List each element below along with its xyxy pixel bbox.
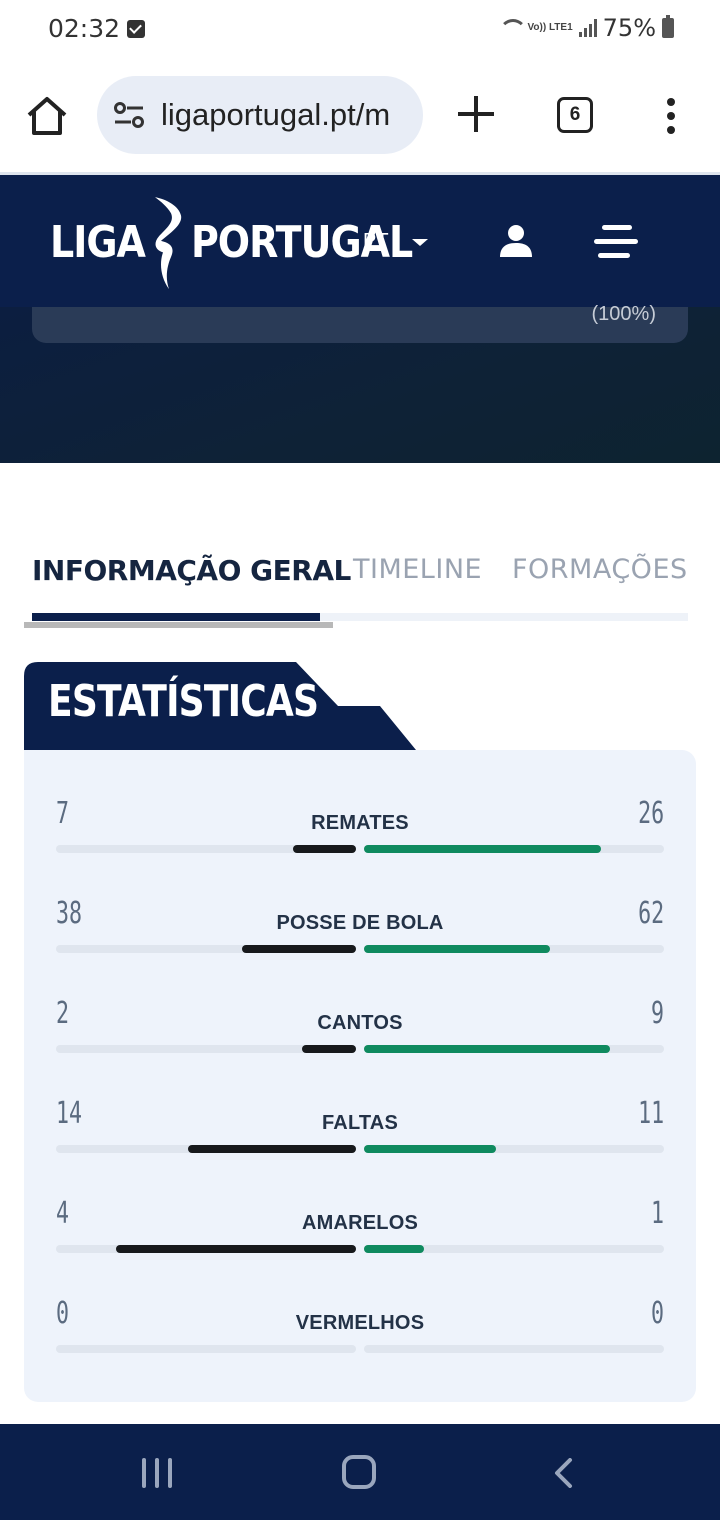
stat-row: 14 FALTAS 11	[56, 1096, 664, 1166]
stat-away-value: 62	[637, 896, 664, 931]
stat-label: FALTAS	[321, 1112, 398, 1134]
away-bar-fill	[364, 1145, 496, 1153]
away-bar-track	[364, 945, 664, 953]
chevron-down-icon[interactable]	[412, 239, 428, 246]
stat-label: VERMELHOS	[295, 1312, 425, 1334]
language-selector[interactable]: PT	[363, 230, 389, 253]
stat-row: 0 VERMELHOS 0	[56, 1296, 664, 1366]
away-bar-fill	[364, 845, 601, 853]
address-bar[interactable]: ligaportugal.pt/m	[97, 76, 423, 154]
hamburger-menu-icon[interactable]	[594, 225, 638, 259]
tab-informacao-geral[interactable]: INFORMAÇÃO GERAL	[32, 554, 351, 587]
home-bar-track	[56, 1045, 356, 1053]
tabs-scrollbar[interactable]	[24, 622, 333, 628]
stats-title: ESTATÍSTICAS	[48, 676, 319, 727]
home-bar-track	[56, 1145, 356, 1153]
stat-away-value: 9	[650, 996, 664, 1031]
away-bar-fill	[364, 1045, 610, 1053]
home-icon[interactable]	[26, 96, 68, 136]
stats-header: ESTATÍSTICAS	[24, 662, 416, 750]
stat-row: 7 REMATES 26	[56, 796, 664, 866]
tab-timeline[interactable]: TIMELINE	[353, 554, 482, 585]
stats-card: 7 REMATES 26 38 POSSE DE BOLA 62 2 CANTOS 9 14 FAL…	[24, 750, 696, 1402]
home-bar-fill	[293, 845, 356, 853]
home-bar-fill	[116, 1245, 356, 1253]
tab-formacoes[interactable]: FORMAÇÕES	[512, 554, 688, 585]
status-bar: 02:32 Vo)) LTE1 75%	[0, 0, 720, 60]
network-label: Vo)) LTE1	[527, 22, 573, 33]
browser-toolbar: ligaportugal.pt/m 6	[0, 60, 720, 172]
status-icons: Vo)) LTE1 75%	[499, 14, 674, 42]
away-bar-track	[364, 1245, 664, 1253]
liga-portugal-logo[interactable]: LIGA PORTUGAL	[50, 190, 413, 294]
stat-row: 4 AMARELOS 1	[56, 1196, 664, 1266]
stat-label: AMARELOS	[301, 1212, 419, 1234]
site-settings-icon[interactable]	[113, 102, 145, 128]
tab-switcher-button[interactable]: 6	[557, 97, 593, 133]
new-tab-icon[interactable]	[458, 96, 494, 132]
home-bar-track	[56, 845, 356, 853]
battery-percent: 75%	[602, 14, 656, 42]
away-bar-fill	[364, 1245, 424, 1253]
site-header: LIGA PORTUGAL PT	[0, 172, 720, 307]
home-bar-track	[56, 945, 356, 953]
stat-away-value: 0	[650, 1296, 664, 1331]
back-icon[interactable]	[553, 1458, 573, 1488]
away-bar-track	[364, 845, 664, 853]
notification-check-icon	[127, 20, 145, 38]
tab-active-indicator	[32, 613, 320, 621]
stat-label: POSSE DE BOLA	[276, 912, 444, 934]
away-bar-track	[364, 1345, 664, 1353]
stat-label: CANTOS	[317, 1012, 403, 1034]
stat-row: 2 CANTOS 9	[56, 996, 664, 1066]
stat-label: REMATES	[311, 812, 409, 834]
wifi-icon	[499, 19, 528, 37]
stat-row: 38 POSSE DE BOLA 62	[56, 896, 664, 966]
home-bar-fill	[188, 1145, 356, 1153]
signal-icon	[578, 19, 597, 37]
home-icon[interactable]	[342, 1455, 376, 1489]
logo-bolt-icon	[154, 197, 182, 290]
hero-card: (100%)	[32, 303, 688, 343]
overflow-menu-icon[interactable]	[666, 98, 676, 134]
away-bar-track	[364, 1145, 664, 1153]
home-bar-track	[56, 1345, 356, 1353]
status-time: 02:32	[48, 14, 121, 43]
stat-away-value: 1	[650, 1196, 664, 1231]
stat-away-value: 11	[637, 1096, 664, 1131]
user-icon[interactable]	[498, 223, 534, 259]
recent-apps-icon[interactable]	[142, 1458, 174, 1488]
match-hero: (100%)	[0, 303, 720, 463]
match-tabs: INFORMAÇÃO GERAL TIMELINE FORMAÇÕES	[0, 540, 720, 630]
home-bar-fill	[302, 1045, 356, 1053]
away-bar-track	[364, 1045, 664, 1053]
home-bar-fill	[242, 945, 356, 953]
logo-text-left: LIGA	[50, 216, 146, 268]
stat-away-value: 26	[637, 796, 664, 831]
away-bar-fill	[364, 945, 550, 953]
url-text[interactable]: ligaportugal.pt/m	[161, 97, 411, 133]
battery-icon	[662, 15, 674, 38]
home-bar-track	[56, 1245, 356, 1253]
hero-percentage: (100%)	[591, 303, 656, 325]
system-nav-bar	[0, 1424, 720, 1520]
